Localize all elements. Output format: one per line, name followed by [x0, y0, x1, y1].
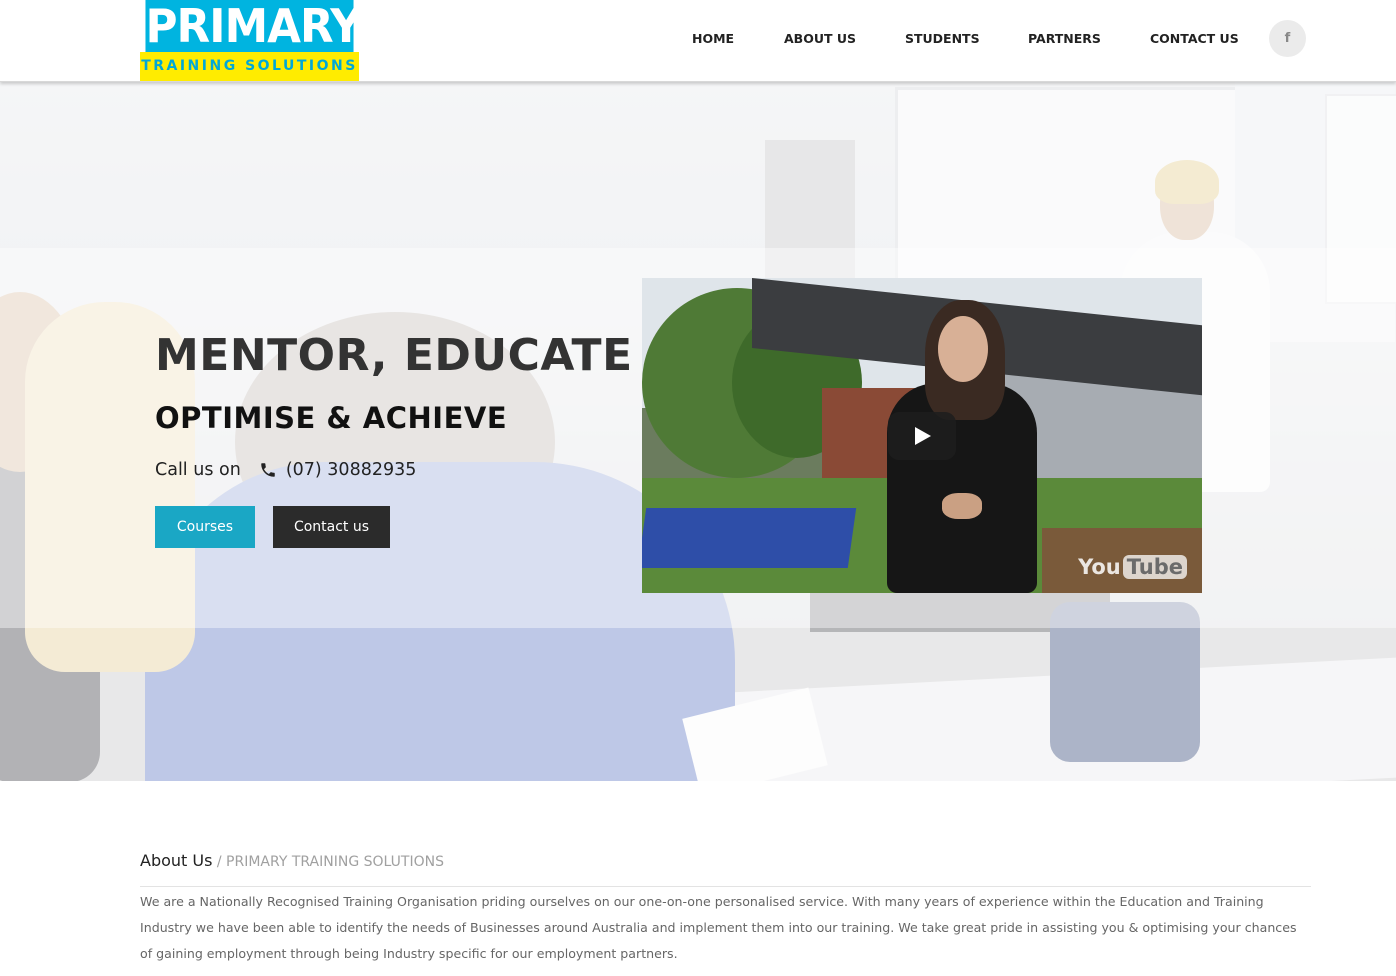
phone-icon [261, 463, 275, 477]
about-subtitle: / PRIMARY TRAINING SOLUTIONS [212, 854, 444, 870]
logo-tagline: TRAINING SOLUTIONS [140, 52, 359, 81]
nav-students[interactable]: STUDENTS [905, 31, 980, 46]
phone-number[interactable]: (07) 30882935 [286, 460, 417, 480]
hero-headline: MENTOR, EDUCATE [155, 330, 633, 381]
site-logo[interactable]: PRIMARY TRAINING SOLUTIONS [140, 0, 362, 81]
contact-us-button[interactable]: Contact us [273, 506, 390, 548]
nav-home[interactable]: HOME [692, 31, 734, 46]
courses-button[interactable]: Courses [155, 506, 255, 548]
youtube-logo-you: You [1078, 555, 1121, 579]
site-header: PRIMARY TRAINING SOLUTIONS HOME ABOUT US… [0, 0, 1396, 82]
hero-section: MENTOR, EDUCATE OPTIMISE & ACHIEVE Call … [0, 82, 1396, 781]
about-title: About Us [140, 851, 213, 870]
nav-about-us[interactable]: ABOUT US [784, 31, 856, 46]
nav-partners[interactable]: PARTNERS [1028, 31, 1101, 46]
hero-subheadline: OPTIMISE & ACHIEVE [155, 401, 508, 435]
logo-primary-text: PRIMARY [145, 0, 362, 53]
play-icon[interactable] [888, 412, 956, 460]
facebook-icon[interactable]: f [1269, 20, 1306, 57]
call-us-line: Call us on (07) 30882935 [155, 460, 416, 480]
about-body-text: We are a Nationally Recognised Training … [140, 894, 1297, 961]
youtube-logo-tube: Tube [1122, 555, 1187, 579]
about-heading: About Us / PRIMARY TRAINING SOLUTIONS [140, 851, 444, 870]
call-us-label: Call us on [155, 460, 241, 480]
youtube-logo[interactable]: You Tube [1078, 555, 1187, 579]
about-divider [140, 886, 1311, 887]
youtube-video-embed[interactable]: You Tube [642, 278, 1202, 593]
nav-contact-us[interactable]: CONTACT US [1150, 31, 1239, 46]
